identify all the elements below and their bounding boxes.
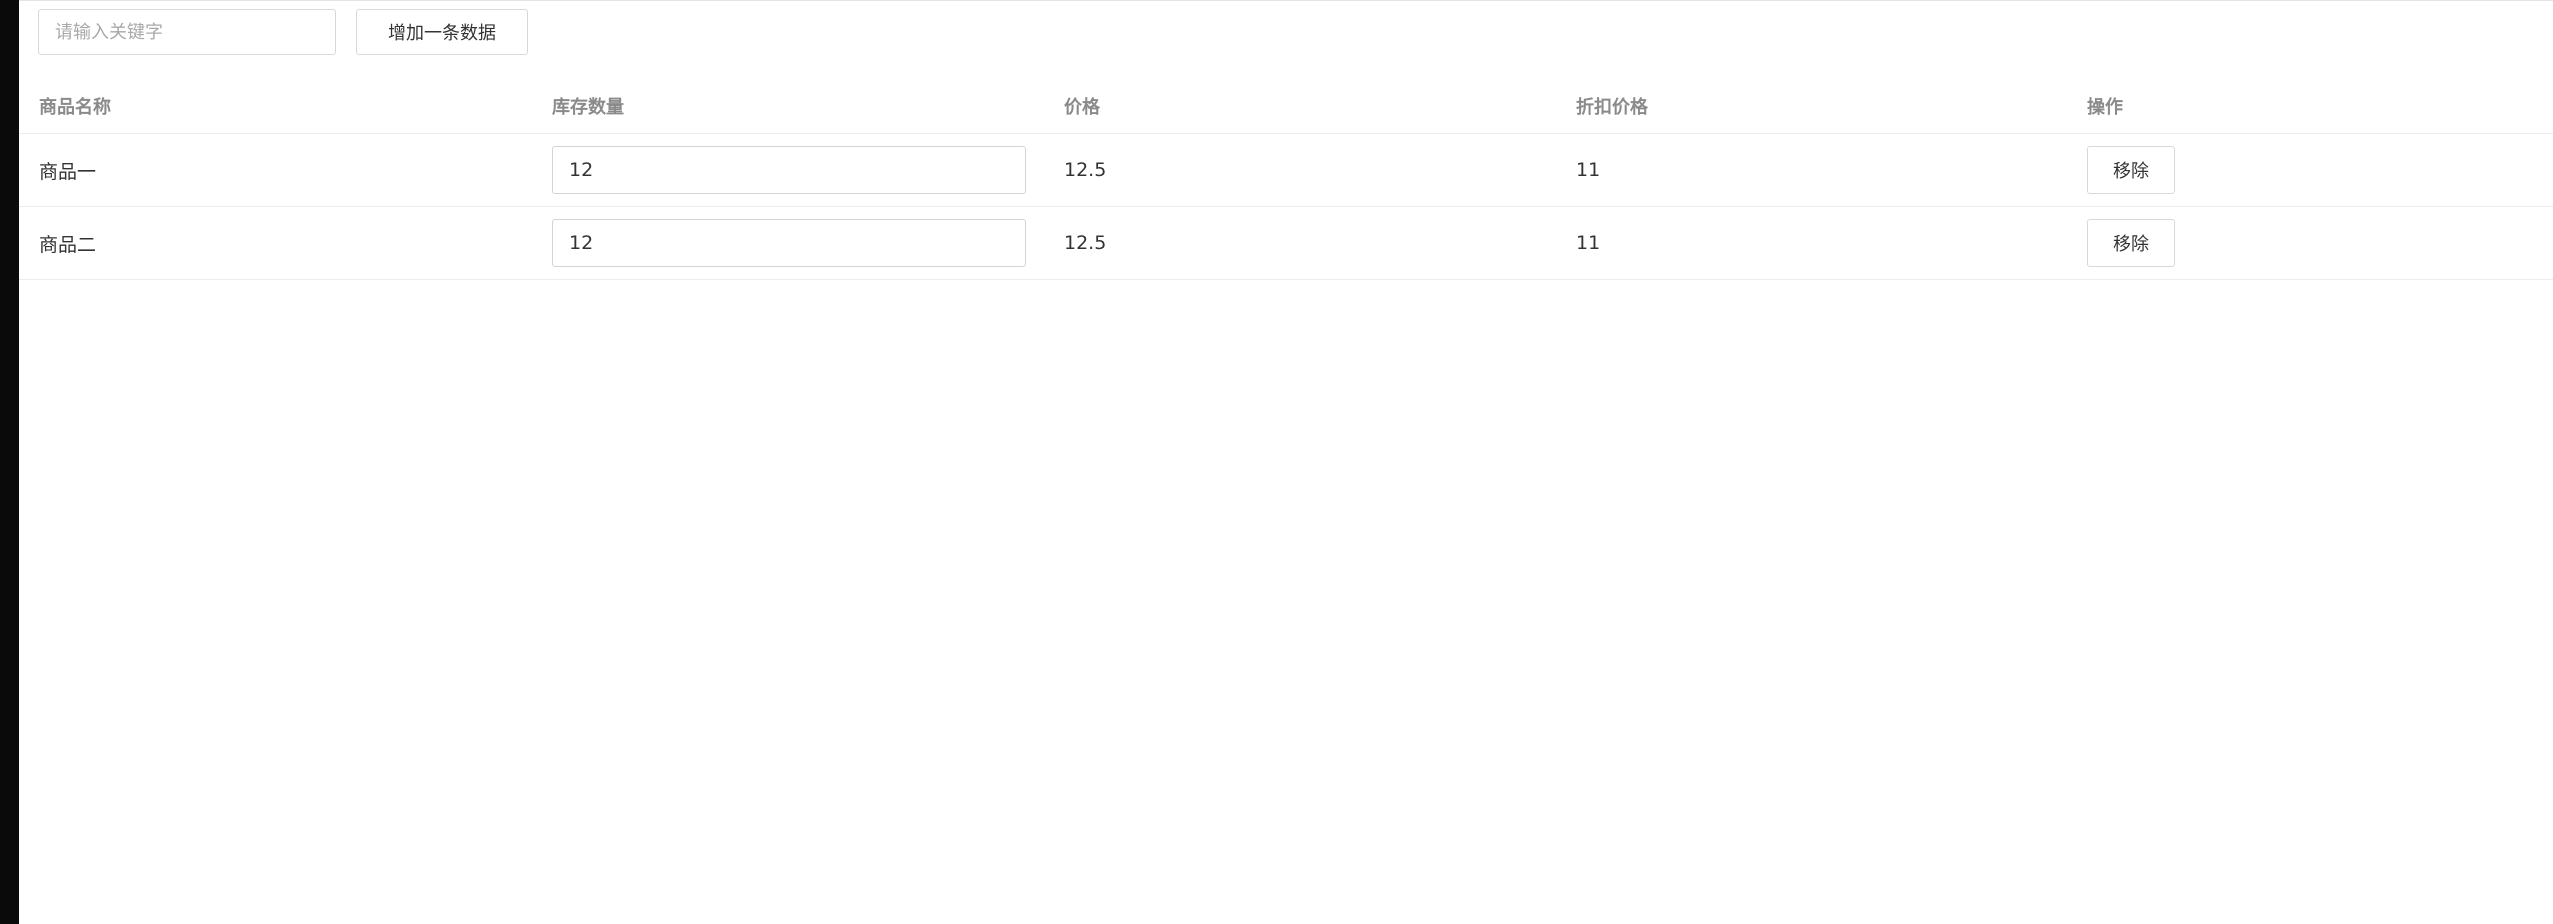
app-frame: 增加一条数据 商品名称 库存数量 价格 折扣价格 操作 商品一 12.5 11 … xyxy=(0,0,2553,924)
quantity-input[interactable] xyxy=(552,146,1026,194)
header-discount-price: 折扣价格 xyxy=(1576,96,1648,118)
header-product-name: 商品名称 xyxy=(39,96,111,118)
table-row: 商品二 12.5 11 移除 xyxy=(19,207,2553,280)
left-edge-bar xyxy=(0,0,19,924)
discount-price: 11 xyxy=(1576,232,1601,254)
search-input[interactable] xyxy=(38,9,336,55)
quantity-cell xyxy=(552,207,1042,279)
quantity-cell xyxy=(552,134,1042,206)
top-divider xyxy=(19,0,2553,1)
product-table: 商品名称 库存数量 价格 折扣价格 操作 商品一 12.5 11 移除 商品二 … xyxy=(19,78,2553,280)
product-name: 商品一 xyxy=(39,160,97,183)
price: 12.5 xyxy=(1064,159,1107,181)
remove-button[interactable]: 移除 xyxy=(2087,146,2175,194)
header-actions: 操作 xyxy=(2087,96,2123,118)
quantity-input[interactable] xyxy=(552,219,1026,267)
header-price: 价格 xyxy=(1064,96,1100,118)
table-header-row: 商品名称 库存数量 价格 折扣价格 操作 xyxy=(19,78,2553,134)
product-name: 商品二 xyxy=(39,233,97,256)
remove-button[interactable]: 移除 xyxy=(2087,219,2175,267)
action-cell: 移除 xyxy=(2087,207,2553,279)
add-row-button[interactable]: 增加一条数据 xyxy=(356,9,528,55)
price: 12.5 xyxy=(1064,232,1107,254)
header-stock-quantity: 库存数量 xyxy=(552,96,624,118)
action-cell: 移除 xyxy=(2087,134,2553,206)
discount-price: 11 xyxy=(1576,159,1601,181)
table-row: 商品一 12.5 11 移除 xyxy=(19,134,2553,207)
